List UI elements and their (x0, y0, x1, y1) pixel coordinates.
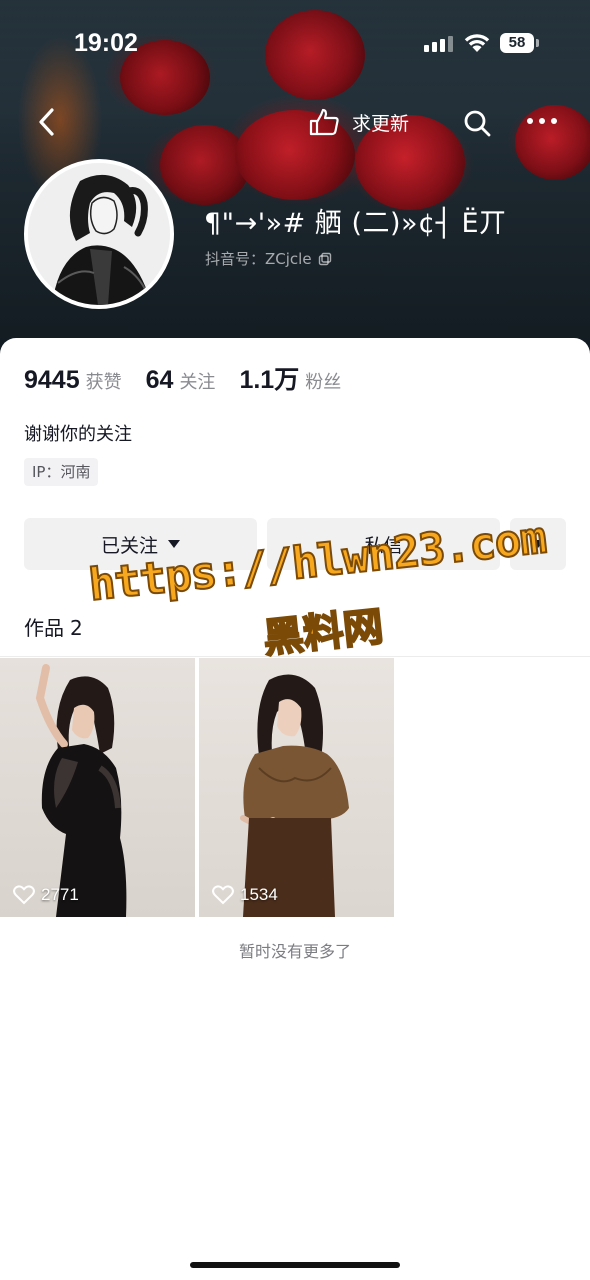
video-cover-image (35, 664, 127, 917)
video-thumbnail[interactable]: 1534 (199, 658, 394, 917)
video-likes: 2771 (13, 885, 79, 905)
ip-location-tag: IP：河南 (24, 458, 99, 486)
stat-value: 1.1万 (239, 366, 300, 394)
stat-likes: 9445 获赞 (24, 366, 122, 395)
status-bar: 19:02 58 (0, 0, 590, 88)
followed-button[interactable]: 已关注 (24, 518, 257, 570)
message-label: 私信 (364, 534, 403, 557)
video-likes-count: 1534 (240, 885, 278, 904)
stat-label: 获赞 (85, 372, 122, 393)
cellular-signal-icon (424, 36, 453, 52)
end-of-list-text: 暂时没有更多了 (238, 942, 351, 961)
video-thumbnail[interactable]: 2771 (0, 658, 195, 917)
battery-indicator: 58 (500, 33, 539, 53)
works-tab-label: 作品 (24, 616, 64, 640)
request-update-label: 求更新 (352, 112, 410, 135)
avatar[interactable] (24, 159, 174, 309)
copy-icon[interactable] (318, 252, 332, 266)
wifi-icon (464, 34, 490, 52)
caret-down-icon (532, 540, 544, 548)
stat-label: 关注 (179, 372, 216, 393)
request-update-button[interactable]: 求更新 (308, 104, 409, 140)
video-cover-image (240, 674, 349, 917)
search-icon[interactable] (460, 106, 494, 140)
followed-label: 已关注 (100, 534, 158, 557)
profile-nickname: ¶"→'»# 舾 (二)»¢┤ Ë丌 (204, 208, 507, 239)
back-arrow-icon[interactable] (34, 104, 60, 140)
stat-followers[interactable]: 1.1万 粉丝 (239, 360, 341, 396)
avatar-illustration (28, 163, 170, 305)
more-options-icon[interactable] (527, 110, 557, 132)
douyin-id-text: 抖音号：ZCjcle (205, 250, 312, 268)
message-button[interactable]: 私信 (267, 518, 500, 570)
stat-label: 粉丝 (305, 372, 342, 393)
heart-icon (13, 885, 35, 905)
heart-icon (212, 885, 234, 905)
hand-pointing-icon (309, 108, 339, 136)
tab-works[interactable]: 作品 2 (24, 612, 83, 641)
douyin-id[interactable]: 抖音号：ZCjcle (205, 248, 332, 269)
more-actions-button[interactable] (510, 518, 566, 570)
profile-bio: 谢谢你的关注 (24, 424, 132, 445)
stat-value: 64 (145, 366, 174, 394)
works-tab-count: 2 (70, 616, 83, 640)
video-grid: 2771 1534 (0, 658, 590, 917)
home-indicator[interactable] (190, 1262, 400, 1268)
video-likes-count: 2771 (41, 885, 79, 904)
caret-down-icon (168, 540, 180, 548)
stat-following[interactable]: 64 关注 (146, 366, 216, 395)
stat-value: 9445 (24, 366, 80, 394)
profile-card: 9445 获赞 64 关注 1.1万 粉丝 谢谢你的关注 IP：河南 已关注 私… (0, 338, 590, 1280)
stats-row: 9445 获赞 64 关注 1.1万 粉丝 (24, 360, 365, 396)
tab-divider (0, 656, 590, 657)
status-time: 19:02 (74, 29, 138, 57)
video-likes: 1534 (212, 885, 278, 905)
